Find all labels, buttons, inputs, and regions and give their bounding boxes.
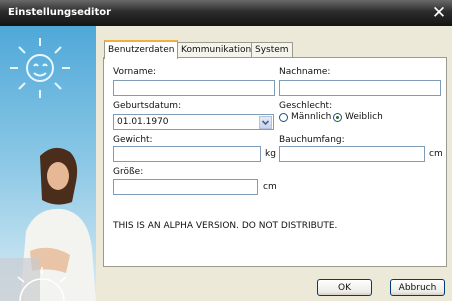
vorname-label: Vorname: [113,67,157,77]
cancel-button[interactable]: Abbruch [390,279,445,296]
geburtsdatum-select[interactable]: 01.01.1970 [113,114,274,130]
bauchumfang-field[interactable] [279,146,425,162]
gewicht-label: Gewicht: [113,135,153,145]
tab-label: System [255,45,289,55]
window-title: Einstellungseditor [8,7,112,18]
close-icon[interactable]: ✕ [429,3,449,23]
vorname-field[interactable] [113,80,275,96]
groesse-unit: cm [263,182,277,192]
gewicht-unit: kg [265,149,276,159]
maennlich-radio[interactable] [279,113,288,122]
gewicht-field[interactable] [113,146,261,162]
tab-benutzerdaten[interactable]: Benutzerdaten [104,40,179,59]
geburtsdatum-label: Geburtsdatum: [113,101,182,111]
bauchumfang-unit: cm [429,149,443,159]
geschlecht-label: Geschlecht: [279,101,333,111]
tab-label: Benutzerdaten [108,45,175,55]
nachname-field[interactable] [279,80,441,96]
maennlich-label: Männlich [291,112,332,122]
groesse-field[interactable] [113,179,258,195]
settings-editor-window: Einstellungseditor ✕ Benutzerdaten Kommu… [0,0,452,301]
weiblich-label: Weiblich [345,112,383,122]
alpha-notice: THIS IS AN ALPHA VERSION. DO NOT DISTRIB… [113,221,338,231]
geburtsdatum-value: 01.01.1970 [117,117,169,127]
title-bar: Einstellungseditor ✕ [0,0,452,26]
weiblich-radio[interactable] [333,113,342,122]
sidebar-image [0,26,96,301]
tab-kommunikation[interactable]: Kommunikation [177,42,256,58]
dropdown-arrow-icon[interactable] [259,116,272,129]
bauchumfang-label: Bauchumfang: [279,135,345,145]
tab-label: Kommunikation [181,45,252,55]
ok-button[interactable]: OK [317,279,372,296]
tab-system[interactable]: System [251,42,293,58]
groesse-label: Größe: [113,167,144,177]
nachname-label: Nachname: [279,67,331,77]
